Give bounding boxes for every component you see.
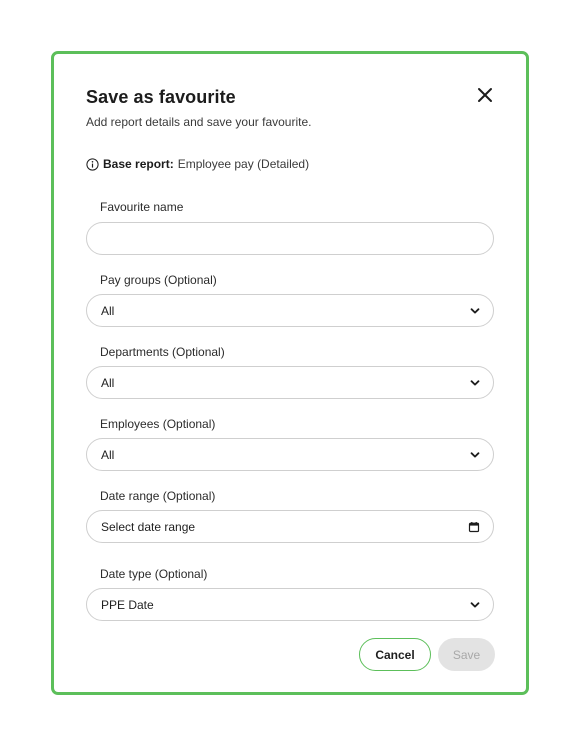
cancel-button[interactable]: Cancel bbox=[359, 638, 431, 671]
date-range-label: Date range (Optional) bbox=[100, 489, 216, 503]
save-button: Save bbox=[438, 638, 495, 671]
departments-select[interactable]: All bbox=[86, 366, 494, 399]
chevron-down-icon bbox=[470, 307, 480, 313]
favourite-name-input[interactable] bbox=[86, 222, 494, 255]
chevron-down-icon bbox=[470, 379, 480, 385]
dialog-title: Save as favourite bbox=[86, 87, 236, 107]
departments-value: All bbox=[101, 375, 115, 390]
employees-select[interactable]: All bbox=[86, 438, 494, 471]
close-icon[interactable] bbox=[474, 84, 496, 106]
date-type-select[interactable]: PPE Date bbox=[86, 588, 494, 621]
employees-value: All bbox=[101, 447, 115, 462]
date-type-label: Date type (Optional) bbox=[100, 567, 208, 581]
pay-groups-value: All bbox=[101, 303, 115, 318]
base-report-label: Base report: bbox=[103, 157, 174, 171]
date-type-value: PPE Date bbox=[101, 597, 154, 612]
save-favourite-dialog: Save as favourite Add report details and… bbox=[51, 51, 529, 695]
chevron-down-icon bbox=[470, 451, 480, 457]
chevron-down-icon bbox=[470, 601, 480, 607]
pay-groups-select[interactable]: All bbox=[86, 294, 494, 327]
info-icon bbox=[86, 157, 99, 171]
dialog-subtitle: Add report details and save your favouri… bbox=[86, 115, 312, 129]
favourite-name-label: Favourite name bbox=[100, 200, 184, 214]
base-report-info: Base report: Employee pay (Detailed) bbox=[86, 157, 309, 171]
calendar-icon bbox=[468, 521, 480, 532]
date-range-picker[interactable]: Select date range bbox=[86, 510, 494, 543]
pay-groups-label: Pay groups (Optional) bbox=[100, 273, 217, 287]
departments-label: Departments (Optional) bbox=[100, 345, 225, 359]
employees-label: Employees (Optional) bbox=[100, 417, 216, 431]
date-range-placeholder: Select date range bbox=[101, 519, 196, 534]
base-report-value: Employee pay (Detailed) bbox=[177, 157, 310, 171]
